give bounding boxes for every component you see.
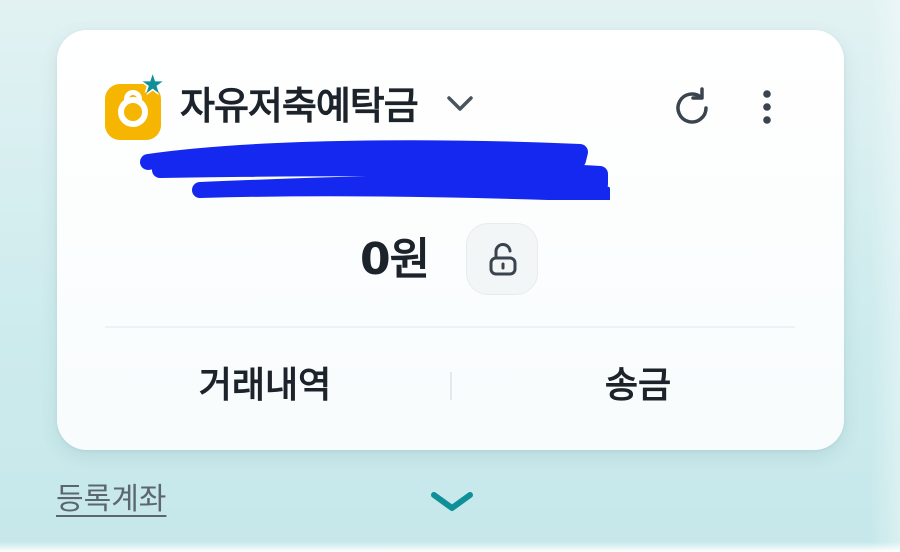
medal-ring: [118, 97, 148, 127]
chevron-down-icon[interactable]: [445, 94, 475, 114]
refresh-icon[interactable]: [668, 84, 716, 132]
bottom-fade: [0, 542, 900, 552]
registered-accounts-link[interactable]: 등록계좌: [56, 478, 166, 522]
account-balance: 0원: [360, 234, 430, 285]
star-icon: ★: [141, 70, 165, 100]
redaction-scribble: [140, 140, 610, 200]
balance-visibility-button[interactable]: [466, 223, 538, 295]
more-vertical-icon[interactable]: [752, 84, 782, 132]
background-edge: [870, 0, 900, 552]
account-name[interactable]: 자유저축예탁금: [180, 80, 419, 132]
expand-chevron-icon[interactable]: [428, 488, 476, 516]
savings-medal-icon: ★: [105, 72, 164, 140]
transfer-button[interactable]: 송금: [478, 356, 798, 416]
transaction-history-button[interactable]: 거래내역: [105, 356, 425, 416]
unlock-icon: [489, 243, 517, 276]
card-divider: [105, 326, 795, 328]
action-divider: [450, 372, 452, 400]
